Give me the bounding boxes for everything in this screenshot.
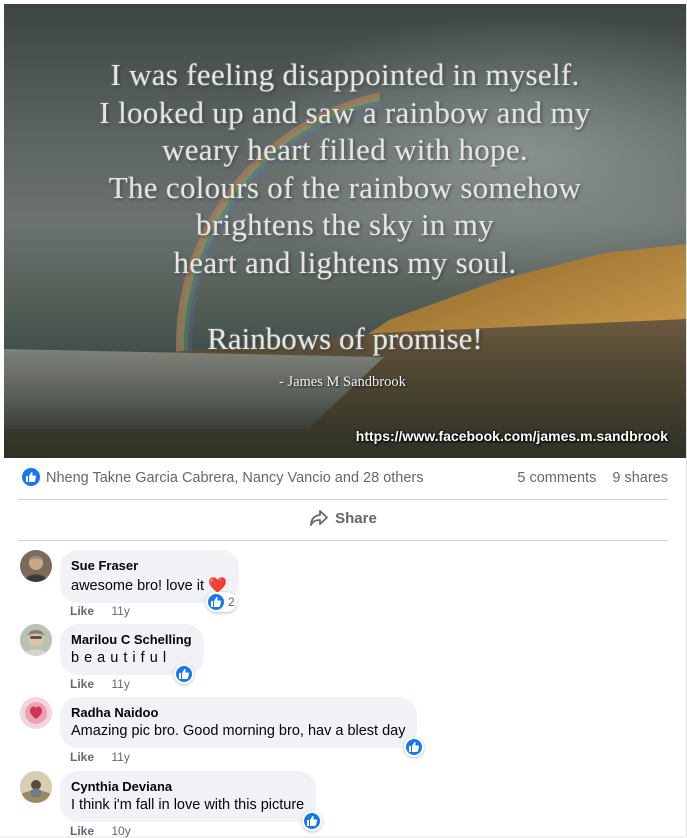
like-reaction-icon: [208, 594, 224, 610]
avatar[interactable]: [20, 771, 52, 803]
avatar[interactable]: [20, 550, 52, 582]
quote-line: brightens the sky in my: [196, 207, 494, 242]
promise-text: Rainbows of promise!: [207, 321, 483, 356]
post-actions: Share: [18, 505, 668, 537]
comment-text-body: awesome bro! love it: [71, 578, 204, 594]
comment-actions: Like 11y: [70, 750, 130, 764]
post-card: I was feeling disappointed in myself. I …: [0, 0, 687, 838]
comments-count[interactable]: 5 comments: [517, 470, 596, 486]
comment-like-button[interactable]: Like: [70, 750, 94, 764]
share-button[interactable]: Share: [309, 509, 377, 527]
shares-count[interactable]: 9 shares: [612, 470, 668, 486]
comment-text: Amazing pic bro. Good morning bro, hav a…: [71, 723, 406, 739]
comment-reaction-badge[interactable]: [302, 811, 322, 831]
comment-actions: Like 11y: [70, 677, 130, 691]
comment-author[interactable]: Cynthia Deviana: [71, 779, 304, 794]
avatar[interactable]: [20, 624, 52, 656]
like-reaction-icon: [176, 666, 192, 682]
comment-timestamp[interactable]: 11y: [111, 677, 129, 691]
quote-text: I was feeling disappointed in myself. I …: [4, 56, 686, 281]
comment-like-button[interactable]: Like: [70, 604, 94, 618]
quote-line: heart and lightens my soul.: [173, 244, 517, 280]
comment-reaction-badge[interactable]: [174, 664, 194, 684]
share-label: Share: [335, 509, 377, 527]
avatar[interactable]: [20, 697, 52, 729]
quote-line: I looked up and saw a rainbow and my: [99, 94, 591, 130]
comment-author[interactable]: Radha Naidoo: [71, 705, 405, 720]
comment-timestamp[interactable]: 11y: [111, 750, 129, 764]
comment-author[interactable]: Sue Fraser: [71, 558, 227, 573]
comment-reaction-badge[interactable]: 2: [206, 592, 237, 612]
reactors-summary[interactable]: Nheng Takne Garcia Cabrera, Nancy Vancio…: [46, 470, 424, 486]
share-icon: [310, 510, 329, 526]
comment-bubble: Radha Naidoo Amazing pic bro. Good morni…: [60, 697, 418, 748]
comment-timestamp[interactable]: 11y: [111, 604, 129, 618]
quote-author: - James M Sandbrook: [279, 374, 406, 390]
comment-author[interactable]: Marilou C Schelling: [71, 632, 192, 647]
comment-like-button[interactable]: Like: [70, 677, 94, 691]
comment-reaction-badge[interactable]: [404, 737, 424, 757]
image-watermark-url: https://www.facebook.com/james.m.sandbro…: [355, 428, 668, 444]
comment-bubble: Cynthia Deviana I think i'm fall in love…: [60, 771, 317, 822]
post-image[interactable]: I was feeling disappointed in myself. I …: [4, 4, 686, 458]
divider: [18, 499, 668, 500]
quote-line: weary heart filled with hope.: [162, 132, 528, 167]
quote-line: I was feeling disappointed in myself.: [110, 57, 580, 92]
reaction-count: 2: [228, 595, 235, 609]
comment-text: I think i'm fall in love with this pictu…: [71, 797, 305, 813]
divider: [18, 540, 668, 541]
like-reaction-icon: [304, 813, 320, 829]
reaction-stats-bar: Nheng Takne Garcia Cabrera, Nancy Vancio…: [22, 468, 670, 490]
like-reaction-icon[interactable]: [22, 468, 40, 486]
like-reaction-icon: [406, 739, 422, 755]
quote-line: The colours of the rainbow somehow: [108, 169, 582, 205]
comment-actions: Like 11y: [70, 604, 130, 618]
comment-text: b e a u t i f u l: [71, 650, 167, 666]
comment-text: awesome bro! love it ❤️: [71, 576, 227, 594]
